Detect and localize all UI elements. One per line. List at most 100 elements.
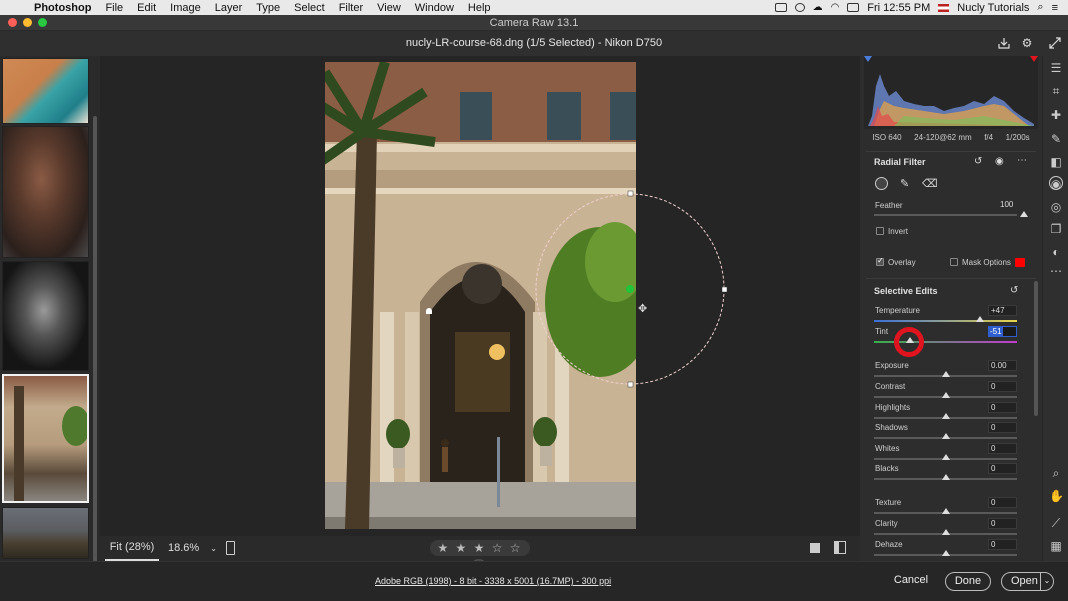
edit-sliders-icon[interactable]: ☰ bbox=[1049, 61, 1063, 75]
slider-value-field[interactable]: 0 bbox=[988, 497, 1017, 508]
color-sampler-icon[interactable]: ⟋ bbox=[1049, 516, 1063, 530]
fullscreen-icon[interactable] bbox=[1049, 37, 1061, 49]
save-image-icon[interactable] bbox=[998, 37, 1010, 49]
feather-value[interactable]: 100 bbox=[998, 200, 1027, 211]
airplay-icon[interactable] bbox=[847, 3, 860, 12]
slider-thumb[interactable] bbox=[941, 413, 950, 419]
more-tools-icon[interactable]: ⋯ bbox=[1049, 264, 1063, 278]
flag-icon[interactable] bbox=[938, 3, 950, 12]
image-canvas[interactable]: ✥ bbox=[100, 56, 860, 536]
feather-slider-thumb[interactable] bbox=[1020, 211, 1028, 217]
slider-value-field[interactable]: 0 bbox=[988, 402, 1017, 413]
visibility-eye-icon[interactable]: ◉ bbox=[995, 156, 1004, 167]
menubar-clock[interactable]: Fri 12:55 PM bbox=[867, 2, 930, 14]
menu-app-name[interactable]: Photoshop bbox=[30, 2, 98, 14]
menu-file[interactable]: File bbox=[98, 2, 130, 14]
slider-thumb[interactable] bbox=[941, 371, 950, 377]
radial-mask-tool-icon[interactable] bbox=[875, 177, 888, 190]
display-status-icon[interactable] bbox=[774, 3, 787, 12]
filmstrip-thumbnail[interactable] bbox=[2, 261, 89, 371]
feather-slider-track[interactable] bbox=[874, 214, 1017, 216]
graduated-filter-icon[interactable]: ◧ bbox=[1049, 155, 1063, 169]
before-after-icon[interactable] bbox=[834, 541, 846, 554]
star-rating[interactable]: ★ ★ ★ ☆ ☆ 🗑 bbox=[430, 540, 530, 571]
menu-image[interactable]: Image bbox=[163, 2, 208, 14]
radial-filter-overlay[interactable]: ✥ bbox=[100, 56, 860, 536]
radial-filter-tool-icon[interactable]: ◉ bbox=[1049, 176, 1063, 191]
healing-icon[interactable]: ✚ bbox=[1049, 108, 1063, 122]
zoom-tool-icon[interactable]: ⌕ bbox=[1049, 466, 1063, 480]
hand-tool-icon[interactable]: ✋ bbox=[1049, 489, 1064, 503]
slider-value-field[interactable]: 0.00 bbox=[988, 360, 1017, 371]
grid-overlay-icon[interactable]: ▦ bbox=[1049, 539, 1063, 553]
slider-value-field[interactable]: 0 bbox=[988, 463, 1017, 474]
eraser-icon[interactable]: ⌫ bbox=[922, 177, 938, 190]
wifi-icon[interactable]: ◠ bbox=[831, 2, 840, 13]
cancel-button[interactable]: Cancel bbox=[890, 572, 932, 591]
slider-label: Highlights bbox=[875, 403, 911, 412]
meta-aperture: f/4 bbox=[984, 133, 994, 142]
zoom-level-dropdown[interactable]: 18.6% ⌄ bbox=[168, 536, 217, 561]
adjustment-brush-icon[interactable]: ✎ bbox=[1049, 132, 1063, 146]
spotlight-search-icon[interactable]: ⌕ bbox=[1037, 1, 1043, 14]
menu-window[interactable]: Window bbox=[408, 2, 461, 14]
slider-thumb[interactable] bbox=[941, 529, 950, 535]
menu-select[interactable]: Select bbox=[287, 2, 332, 14]
slider-thumb[interactable] bbox=[941, 508, 950, 514]
slider-value-field[interactable]: 0 bbox=[988, 422, 1017, 433]
filmstrip-toggle-icon[interactable] bbox=[226, 541, 235, 555]
menubar-user[interactable]: Nucly Tutorials bbox=[957, 2, 1029, 14]
slider-value-field[interactable]: 0 bbox=[988, 518, 1017, 529]
menu-help[interactable]: Help bbox=[461, 2, 498, 14]
panel-scrollbar[interactable] bbox=[1034, 281, 1038, 416]
filmstrip-thumbnail-selected[interactable] bbox=[2, 374, 89, 503]
zoom-window-button[interactable] bbox=[38, 18, 47, 27]
filmstrip-thumbnail[interactable] bbox=[2, 507, 89, 559]
mask-options-checkbox[interactable] bbox=[950, 258, 958, 266]
rating-stars[interactable]: ★ ★ ★ ☆ ☆ bbox=[437, 541, 522, 555]
slider-value-field[interactable]: 0 bbox=[988, 381, 1017, 392]
crop-icon[interactable]: ⌗ bbox=[1049, 84, 1063, 98]
menu-layer[interactable]: Layer bbox=[208, 2, 250, 14]
slider-value-field[interactable]: +47 bbox=[988, 305, 1017, 316]
slider-thumb[interactable] bbox=[941, 550, 950, 556]
filmstrip-thumbnail[interactable] bbox=[2, 126, 89, 258]
filmstrip-thumbnail[interactable] bbox=[2, 58, 89, 124]
screen-record-icon[interactable] bbox=[794, 3, 805, 12]
open-button[interactable]: Open ⌄ bbox=[1001, 572, 1054, 591]
filmstrip-scrollbar[interactable] bbox=[93, 116, 97, 601]
done-button[interactable]: Done bbox=[945, 572, 991, 591]
slider-thumb[interactable] bbox=[941, 392, 950, 398]
cloud-status-icon[interactable]: ☁ bbox=[813, 2, 823, 13]
slider-thumb[interactable] bbox=[941, 433, 950, 439]
tint-value-selected[interactable]: -51 bbox=[989, 327, 1003, 336]
workflow-options-link[interactable]: Adobe RGB (1998) - 8 bit - 3338 x 5001 (… bbox=[375, 576, 611, 586]
snapshots-icon[interactable]: ❐ bbox=[1049, 222, 1063, 236]
red-eye-icon[interactable]: ◎ bbox=[1049, 200, 1063, 214]
menu-filter[interactable]: Filter bbox=[332, 2, 370, 14]
slider-value-field[interactable]: 0 bbox=[988, 443, 1017, 454]
slider-track[interactable] bbox=[874, 320, 1017, 322]
mask-color-swatch[interactable] bbox=[1015, 258, 1025, 267]
presets-icon[interactable]: ◐ bbox=[1049, 245, 1063, 259]
close-window-button[interactable] bbox=[8, 18, 17, 27]
reset-edits-icon[interactable]: ↺ bbox=[1010, 285, 1018, 296]
slider-thumb[interactable] bbox=[975, 316, 984, 322]
minimize-window-button[interactable] bbox=[23, 18, 32, 27]
fit-zoom-button[interactable]: Fit (28%) bbox=[105, 536, 159, 561]
menu-type[interactable]: Type bbox=[249, 2, 287, 14]
menu-view[interactable]: View bbox=[370, 2, 408, 14]
slider-thumb[interactable] bbox=[941, 454, 950, 460]
gear-icon[interactable]: ⚙ bbox=[1021, 37, 1033, 49]
brush-icon[interactable]: ✎ bbox=[900, 177, 909, 190]
background-toggle-icon[interactable] bbox=[810, 543, 820, 553]
chevron-down-icon[interactable]: ⌄ bbox=[1040, 572, 1053, 591]
slider-value-field[interactable]: 0 bbox=[988, 539, 1017, 550]
invert-checkbox[interactable] bbox=[876, 227, 884, 235]
menu-edit[interactable]: Edit bbox=[130, 2, 163, 14]
slider-thumb[interactable] bbox=[941, 474, 950, 480]
more-options-icon[interactable]: ⋯ bbox=[1017, 155, 1027, 166]
control-center-icon[interactable]: ≡ bbox=[1052, 2, 1058, 14]
slider-value-field[interactable]: -51 bbox=[988, 326, 1017, 337]
reset-icon[interactable]: ↺ bbox=[974, 156, 982, 167]
